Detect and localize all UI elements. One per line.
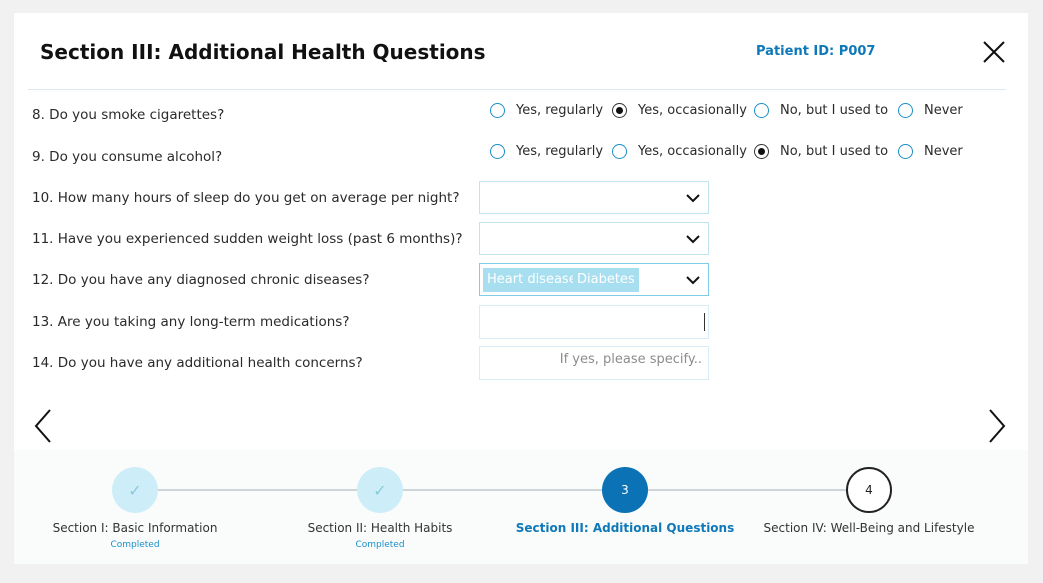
radio-label: Never xyxy=(924,102,963,118)
radio-label: Yes, occasionally xyxy=(638,143,747,159)
step-3-label: Section III: Additional Questions xyxy=(515,521,735,535)
form-card: Section III: Additional Health Questions… xyxy=(14,13,1028,564)
chevron-right-icon xyxy=(989,409,1006,443)
sleep-hours-select[interactable] xyxy=(479,181,709,214)
question-14-label: 14. Do you have any additional health co… xyxy=(32,355,363,371)
check-icon: ✓ xyxy=(373,480,387,500)
q8-option-yes-occasionally[interactable]: Yes, occasionally xyxy=(612,100,747,120)
question-13-label: 13. Are you taking any long-term medicat… xyxy=(32,314,350,330)
radio-circle xyxy=(612,143,627,159)
step-connector xyxy=(158,489,258,491)
radio-label: Never xyxy=(924,143,963,159)
page-title: Section III: Additional Health Questions xyxy=(40,40,486,64)
step-2-label: Section II: Health Habits xyxy=(307,521,453,535)
chevron-down-icon xyxy=(686,235,700,244)
chronic-diseases-multiselect[interactable]: Heart disease Diabetes xyxy=(479,263,709,296)
step-1-label: Section I: Basic Information xyxy=(52,521,218,535)
radio-circle xyxy=(898,102,913,118)
radio-circle xyxy=(490,143,505,159)
question-12-label: 12. Do you have any diagnosed chronic di… xyxy=(32,272,370,288)
question-10-label: 10. How many hours of sleep do you get o… xyxy=(32,190,460,206)
radio-label: Yes, occasionally xyxy=(638,102,747,118)
q9-option-yes-regularly[interactable]: Yes, regularly xyxy=(490,141,603,161)
step-number: 4 xyxy=(865,483,873,497)
close-button[interactable] xyxy=(980,38,1008,66)
tag-diabetes[interactable]: Diabetes xyxy=(573,268,639,292)
radio-label: Yes, regularly xyxy=(516,143,604,159)
chevron-left-icon xyxy=(34,409,51,443)
patient-id-label: Patient ID: P007 xyxy=(756,44,876,59)
step-2-status: Completed xyxy=(355,540,405,550)
radio-circle xyxy=(754,102,769,118)
step-1-status: Completed xyxy=(110,540,160,550)
step-connector xyxy=(648,489,848,491)
chevron-down-icon xyxy=(686,194,700,203)
q9-option-yes-occasionally[interactable]: Yes, occasionally xyxy=(612,141,747,161)
radio-label: Yes, regularly xyxy=(516,102,604,118)
text-caret xyxy=(704,313,705,331)
step-1-circle[interactable]: ✓ xyxy=(112,467,158,513)
radio-circle-selected xyxy=(612,102,627,118)
q8-option-no-used-to[interactable]: No, but I used to xyxy=(754,100,888,120)
check-icon: ✓ xyxy=(128,480,142,500)
question-11-label: 11. Have you experienced sudden weight l… xyxy=(32,231,463,247)
step-3-circle[interactable]: 3 xyxy=(602,467,648,513)
q8-option-never[interactable]: Never xyxy=(898,100,963,120)
tag-heart-disease[interactable]: Heart disease xyxy=(483,268,581,292)
step-2-circle[interactable]: ✓ xyxy=(357,467,403,513)
weight-loss-select[interactable] xyxy=(479,222,709,255)
next-button[interactable] xyxy=(984,406,1008,446)
header-divider xyxy=(28,89,1006,90)
radio-circle xyxy=(490,102,505,118)
step-number: 3 xyxy=(621,483,629,497)
q9-option-never[interactable]: Never xyxy=(898,141,963,161)
medications-input[interactable] xyxy=(479,305,709,339)
step-4-label: Section IV: Well-Being and Lifestyle xyxy=(763,521,975,535)
step-connector xyxy=(403,489,603,491)
question-8-label: 8. Do you smoke cigarettes? xyxy=(32,107,225,123)
q8-option-yes-regularly[interactable]: Yes, regularly xyxy=(490,100,603,120)
radio-circle-selected xyxy=(754,143,769,159)
close-icon xyxy=(983,41,1005,63)
q9-option-no-used-to[interactable]: No, but I used to xyxy=(754,141,888,161)
previous-button[interactable] xyxy=(32,406,56,446)
health-concerns-input[interactable]: If yes, please specify.. xyxy=(479,346,709,380)
radio-label: No, but I used to xyxy=(780,143,889,159)
step-connector xyxy=(258,489,358,491)
step-4-circle[interactable]: 4 xyxy=(846,467,892,513)
question-9-label: 9. Do you consume alcohol? xyxy=(32,149,223,165)
radio-circle xyxy=(898,143,913,159)
radio-label: No, but I used to xyxy=(780,102,889,118)
placeholder-text: If yes, please specify.. xyxy=(559,352,702,367)
chevron-down-icon xyxy=(686,276,700,285)
